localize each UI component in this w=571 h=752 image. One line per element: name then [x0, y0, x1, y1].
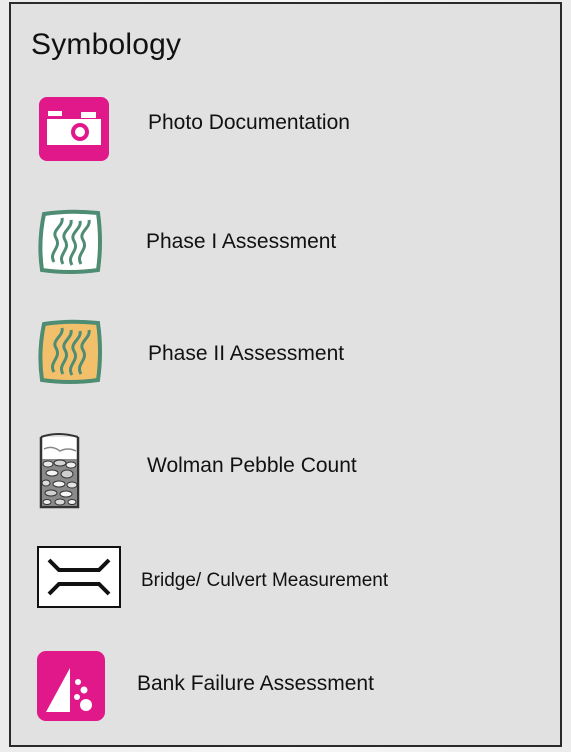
stream-lines-orange-icon — [36, 318, 104, 391]
legend-label-phase-1-assessment: Phase I Assessment — [146, 230, 337, 253]
legend-label-wolman-pebble-count: Wolman Pebble Count — [147, 454, 357, 477]
bank-failure-icon — [36, 650, 106, 727]
legend-item-phase-2-assessment: Phase II Assessment — [11, 318, 551, 398]
legend-label-photo-documentation: Photo Documentation — [148, 111, 350, 134]
stream-lines-icon — [36, 208, 104, 281]
legend-label-bank-failure-assessment: Bank Failure Assessment — [137, 672, 374, 695]
legend-label-bridge-culvert-measurement: Bridge/ Culvert Measurement — [141, 570, 389, 591]
legend-item-bridge-culvert-measurement: Bridge/ Culvert Measurement — [11, 546, 551, 626]
legend-item-wolman-pebble-count: Wolman Pebble Count — [11, 430, 551, 510]
legend-item-phase-1-assessment: Phase I Assessment — [11, 208, 551, 288]
legend-item-bank-failure-assessment: Bank Failure Assessment — [11, 650, 551, 730]
symbology-legend-panel: Symbology Photo Documentation Phase I As… — [9, 2, 562, 747]
camera-icon — [38, 96, 110, 167]
legend-title: Symbology — [31, 28, 182, 61]
bridge-culvert-icon — [37, 546, 121, 613]
legend-item-photo-documentation: Photo Documentation — [11, 92, 551, 172]
pebble-beaker-icon — [38, 431, 82, 516]
legend-label-phase-2-assessment: Phase II Assessment — [148, 342, 345, 365]
